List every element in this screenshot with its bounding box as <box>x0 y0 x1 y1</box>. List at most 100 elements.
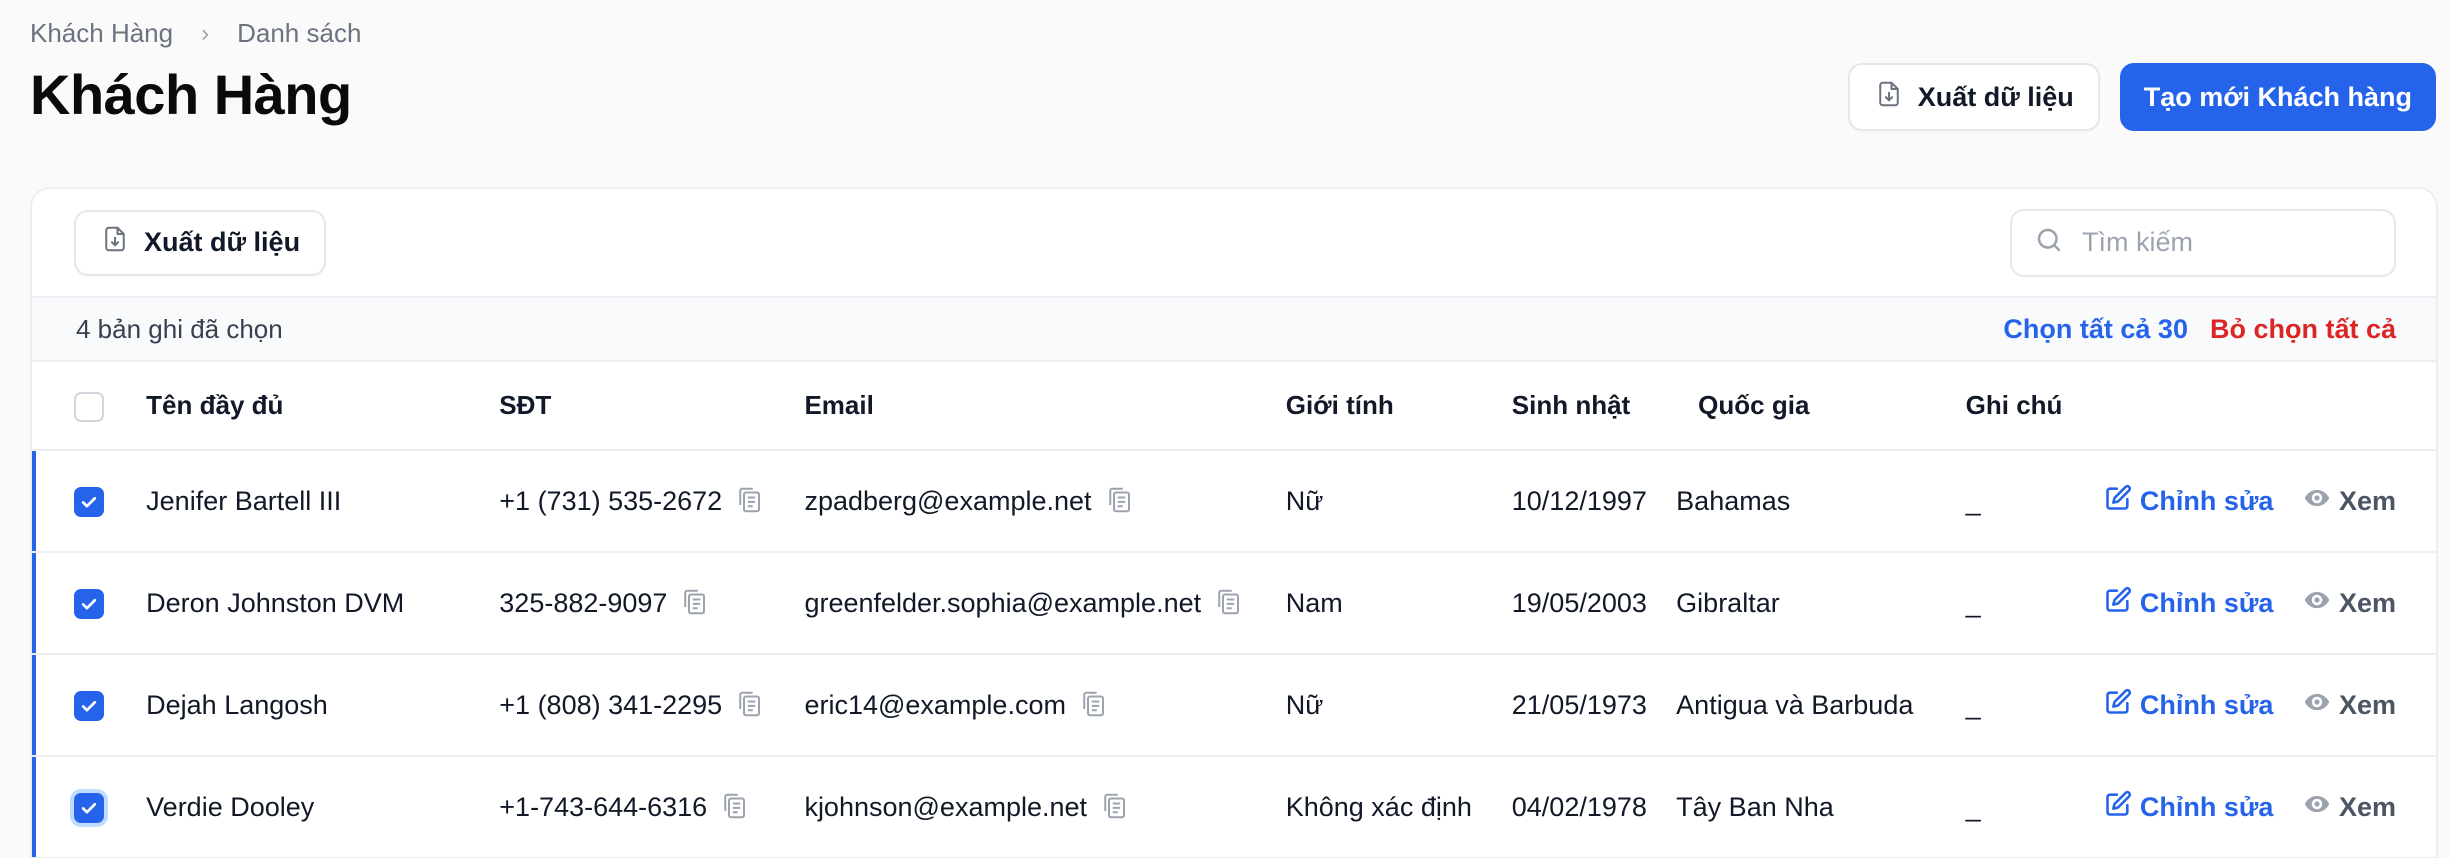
edit-button[interactable]: Chỉnh sửa <box>2104 790 2273 825</box>
search-input[interactable] <box>2082 227 2372 258</box>
eye-icon <box>2303 484 2331 519</box>
cell-country: Antigua và Barbuda <box>1676 654 1966 757</box>
column-header-note[interactable]: Ghi chú <box>1965 362 2104 451</box>
edit-icon <box>2104 688 2132 723</box>
view-button[interactable]: Xem <box>2303 484 2396 519</box>
cell-birthday: 10/12/1997 <box>1511 450 1677 553</box>
row-checkbox-cell <box>32 450 147 553</box>
file-download-icon <box>100 224 130 261</box>
edit-button[interactable]: Chỉnh sửa <box>2104 688 2274 723</box>
copy-icon[interactable] <box>734 689 764 719</box>
email-text: greenfelder.sophia@example.net <box>804 588 1202 618</box>
header-export-button[interactable]: Xuất dữ liệu <box>1847 63 2100 131</box>
edit-icon <box>2104 790 2132 825</box>
select-all-link[interactable]: Chọn tất cả 30 <box>2003 314 2188 345</box>
email-text: kjohnson@example.net <box>804 792 1088 822</box>
customer-table: Tên đầy đủ SĐT Email Giới tính Sinh nhật… <box>32 362 2436 858</box>
column-header-country[interactable]: Quốc gia <box>1676 362 1966 451</box>
select-all-checkbox[interactable] <box>74 391 104 422</box>
search-box <box>2010 208 2396 277</box>
phone-text: +1 (731) 535-2672 <box>499 486 723 516</box>
row-checkbox[interactable] <box>74 588 104 619</box>
breadcrumb-item-customers[interactable]: Khách Hàng <box>30 18 173 49</box>
search-icon <box>2034 225 2064 260</box>
cell-email: zpadberg@example.net <box>804 450 1286 553</box>
cell-name: Dejah Langosh <box>146 654 500 757</box>
table-row[interactable]: Jenifer Bartell III +1 (731) 535-2672 zp… <box>32 450 2436 553</box>
cell-note: _ <box>1965 654 2104 757</box>
copy-icon[interactable] <box>1078 689 1108 719</box>
copy-icon[interactable] <box>719 791 749 821</box>
cell-note: _ <box>1965 552 2104 655</box>
column-header-birthday[interactable]: Sinh nhật <box>1511 362 1677 451</box>
page-title: Khách Hàng <box>30 63 352 126</box>
cell-phone: +1 (808) 341-2295 <box>499 654 805 757</box>
page: Khách Hàng › Danh sách Khách Hàng Xuất d… <box>0 0 2450 858</box>
cell-name: Deron Johnston DVM <box>146 552 500 655</box>
edit-icon <box>2104 484 2132 519</box>
view-label: Xem <box>2338 587 2396 618</box>
view-label: Xem <box>2338 485 2396 516</box>
view-button[interactable]: Xem <box>2303 688 2396 723</box>
view-label: Xem <box>2338 689 2396 720</box>
column-header-gender[interactable]: Giới tính <box>1285 362 1512 451</box>
email-text: eric14@example.com <box>804 690 1066 720</box>
cell-country: Bahamas <box>1676 450 1966 553</box>
cell-country: Tây Ban Nha <box>1676 756 1966 858</box>
column-header-phone[interactable]: SĐT <box>499 362 805 451</box>
header-checkbox-cell <box>32 362 147 451</box>
cell-actions: Chỉnh sửa Xem <box>2103 756 2436 858</box>
deselect-all-link[interactable]: Bỏ chọn tất cả <box>2210 314 2396 345</box>
cell-phone: +1 (731) 535-2672 <box>499 450 805 553</box>
cell-phone: +1-743-644-6316 <box>499 756 805 858</box>
edit-button[interactable]: Chỉnh sửa <box>2104 586 2274 621</box>
file-download-icon <box>1874 79 1904 116</box>
cell-gender: Nữ <box>1285 654 1512 757</box>
create-customer-button[interactable]: Tạo mới Khách hàng <box>2119 63 2436 131</box>
edit-label: Chỉnh sửa <box>2139 587 2274 618</box>
eye-icon <box>2303 688 2331 723</box>
table-row[interactable]: Dejah Langosh +1 (808) 341-2295 eric14@e… <box>32 654 2436 757</box>
edit-button[interactable]: Chỉnh sửa <box>2104 484 2274 519</box>
cell-actions: Chỉnh sửa Xem <box>2103 654 2436 757</box>
row-checkbox[interactable] <box>74 690 104 721</box>
column-header-name[interactable]: Tên đầy đủ <box>146 362 500 451</box>
column-header-email[interactable]: Email <box>804 362 1286 451</box>
phone-text: +1 (808) 341-2295 <box>499 690 723 720</box>
copy-icon[interactable] <box>1213 587 1243 617</box>
view-button[interactable]: Xem <box>2303 790 2396 825</box>
cell-birthday: 19/05/2003 <box>1511 552 1677 655</box>
eye-icon <box>2303 586 2331 621</box>
view-button[interactable]: Xem <box>2303 586 2396 621</box>
chevron-right-icon: › <box>201 19 210 47</box>
row-checkbox-cell <box>32 654 147 757</box>
cell-phone: 325-882-9097 <box>499 552 805 655</box>
table-row[interactable]: Verdie Dooley +1-743-644-6316 kjohnson@e… <box>32 756 2436 858</box>
cell-country: Gibraltar <box>1676 552 1966 655</box>
copy-icon[interactable] <box>1099 791 1129 821</box>
table-row[interactable]: Deron Johnston DVM 325-882-9097 greenfel… <box>32 552 2436 655</box>
edit-label: Chỉnh sửa <box>2139 689 2274 720</box>
header-actions: Xuất dữ liệu Tạo mới Khách hàng <box>1847 63 2436 131</box>
cell-email: eric14@example.com <box>804 654 1286 757</box>
cell-gender: Không xác định <box>1285 756 1512 858</box>
row-checkbox-cell <box>32 552 147 655</box>
selection-count: 4 bản ghi đã chọn <box>76 313 283 344</box>
copy-icon[interactable] <box>679 587 709 617</box>
cell-gender: Nam <box>1285 552 1512 655</box>
cell-note: _ <box>1965 756 2104 858</box>
table-export-label: Xuất dữ liệu <box>144 227 301 257</box>
view-label: Xem <box>2338 791 2396 822</box>
row-checkbox[interactable] <box>74 792 104 823</box>
row-checkbox[interactable] <box>74 486 104 517</box>
cell-email: greenfelder.sophia@example.net <box>804 552 1286 655</box>
selection-actions: Chọn tất cả 30 Bỏ chọn tất cả <box>2003 314 2396 345</box>
row-checkbox-cell <box>32 756 147 858</box>
cell-birthday: 21/05/1973 <box>1511 654 1677 757</box>
copy-icon[interactable] <box>734 485 764 515</box>
edit-label: Chỉnh sửa <box>2139 485 2274 516</box>
eye-icon <box>2303 790 2331 825</box>
table-export-button[interactable]: Xuất dữ liệu <box>74 209 327 276</box>
copy-icon[interactable] <box>1104 485 1134 515</box>
cell-gender: Nữ <box>1285 450 1512 553</box>
